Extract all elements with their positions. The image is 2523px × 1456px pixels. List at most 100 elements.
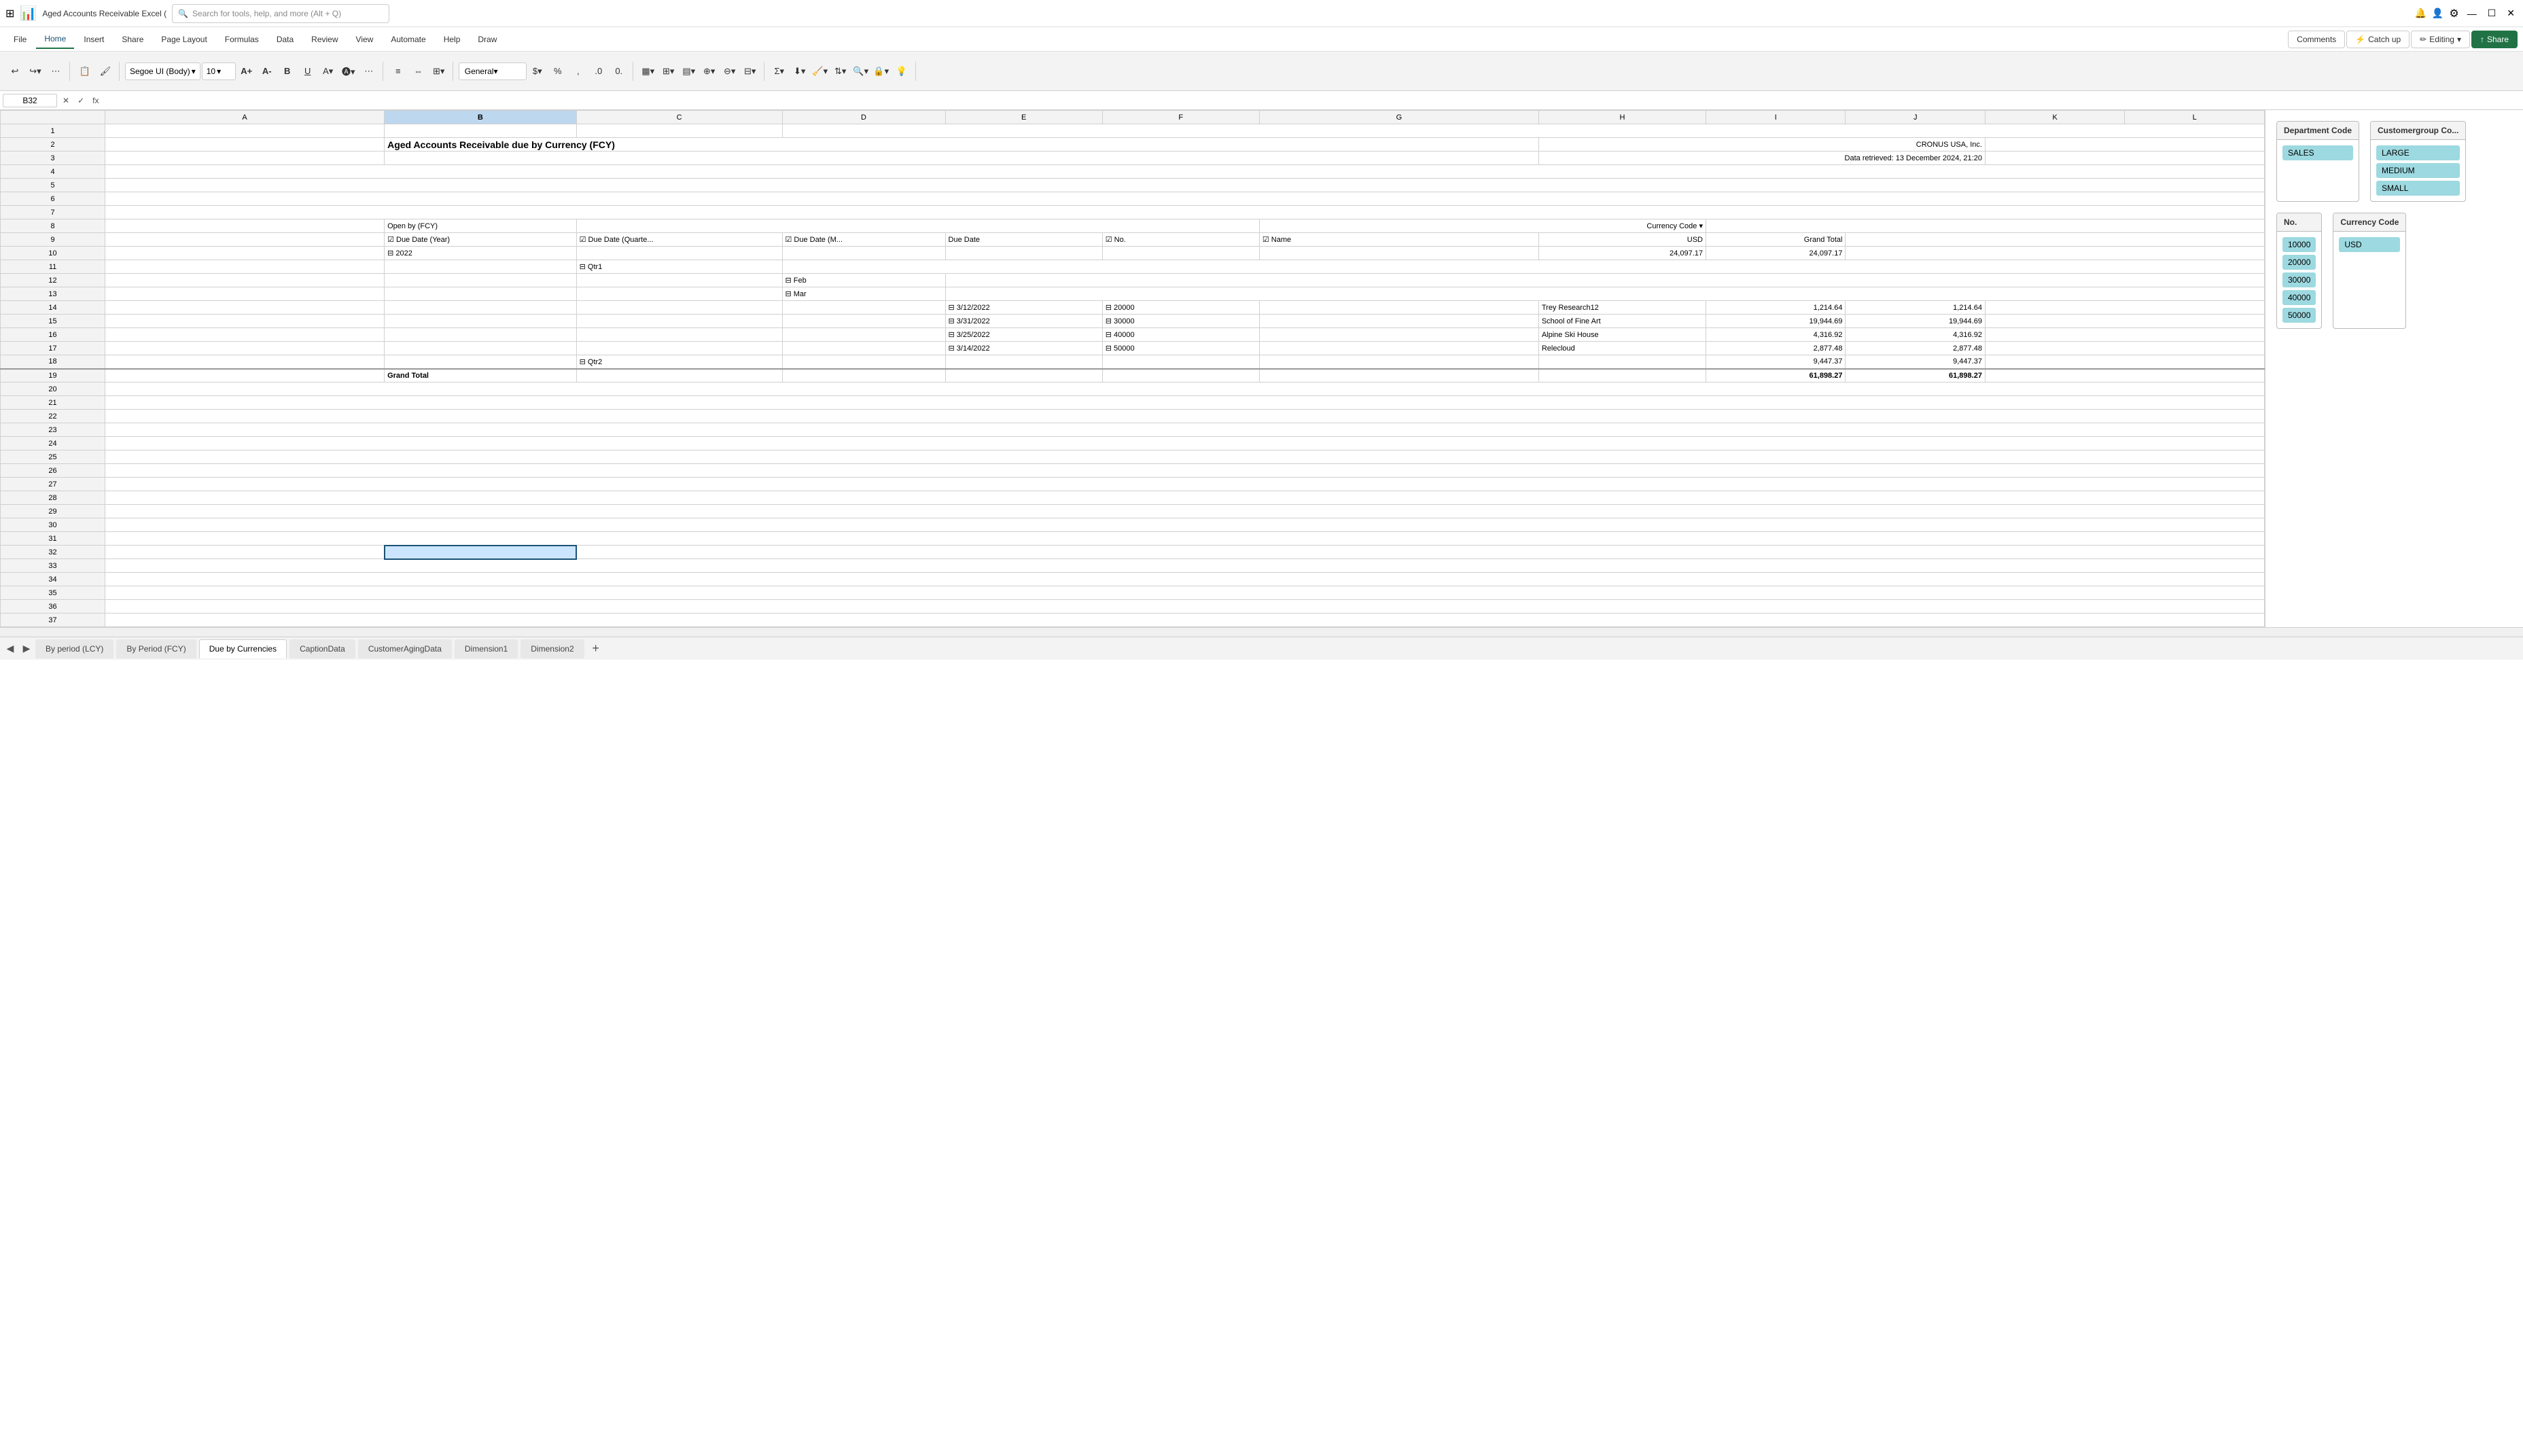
cell-name-15[interactable]: School of Fine Art (1538, 315, 1706, 328)
cell-date-14[interactable]: ⊟ 3/12/2022 (945, 301, 1102, 315)
tab-file[interactable]: File (5, 31, 35, 48)
windows-grid-icon[interactable]: ⊞ (5, 7, 14, 20)
cell-i10[interactable]: 24,097.17 (1706, 247, 1845, 260)
tab-home[interactable]: Home (36, 30, 74, 49)
conditional-format-button[interactable]: ▦▾ (639, 62, 658, 81)
cell-no-15[interactable]: ⊟ 30000 (1102, 315, 1259, 328)
cell-g10[interactable] (1259, 247, 1538, 260)
col-name[interactable]: ☑ Name (1259, 233, 1538, 247)
cell-d19[interactable] (782, 369, 945, 383)
cell-b4[interactable] (105, 165, 2265, 179)
cancel-icon[interactable]: ✕ (60, 96, 72, 105)
row-header-15[interactable]: 15 (1, 315, 105, 328)
col-header-l[interactable]: L (2125, 111, 2265, 124)
redo-button[interactable]: ↪▾ (26, 62, 45, 81)
col-header-i[interactable]: I (1706, 111, 1845, 124)
row-header-10[interactable]: 10 (1, 247, 105, 260)
tab-data[interactable]: Data (268, 31, 302, 48)
cell-c14[interactable] (576, 301, 782, 315)
col-no[interactable]: ☑ No. (1102, 233, 1259, 247)
cell-extra5[interactable] (782, 260, 2265, 274)
col-grand-total[interactable]: Grand Total (1706, 233, 1845, 247)
cell-a9[interactable] (105, 233, 385, 247)
cell-b6[interactable] (105, 192, 2265, 206)
cell-b13[interactable] (385, 287, 577, 301)
cell-gt-grand[interactable]: 61,898.27 (1846, 369, 1985, 383)
col-header-h[interactable]: H (1538, 111, 1706, 124)
cell-g18[interactable] (1259, 355, 1538, 369)
row-header-11[interactable]: 11 (1, 260, 105, 274)
table-row[interactable]: 11 ⊟ Qtr1 (1, 260, 2265, 274)
sum-button[interactable]: Σ▾ (770, 62, 789, 81)
sheet-tab-by-period-fcy[interactable]: By Period (FCY) (116, 639, 196, 658)
table-row[interactable]: 14 ⊟ 3/12/2022 ⊟ 20000 Trey Research12 1… (1, 301, 2265, 315)
cell-a11[interactable] (105, 260, 385, 274)
cell-a32[interactable] (105, 546, 385, 559)
row-header-36[interactable]: 36 (1, 600, 105, 614)
row-header-35[interactable]: 35 (1, 586, 105, 600)
cell-extra13[interactable] (1985, 369, 2264, 383)
col-header-d[interactable]: D (782, 111, 945, 124)
cell-date-15[interactable]: ⊟ 3/31/2022 (945, 315, 1102, 328)
cell-c19[interactable] (576, 369, 782, 383)
cell-b11[interactable] (385, 260, 577, 274)
grand-total-row[interactable]: 19 Grand Total 61,898.27 61,898.27 (1, 369, 2265, 383)
cell-gt-15[interactable]: 19,944.69 (1846, 315, 1985, 328)
cell-f19[interactable] (1102, 369, 1259, 383)
cell-extra11[interactable] (1985, 342, 2264, 355)
row-header-32[interactable]: 32 (1, 546, 105, 559)
cell-a13[interactable] (105, 287, 385, 301)
cell-c13[interactable] (576, 287, 782, 301)
cell-extra4[interactable] (1846, 247, 2265, 260)
row-header-23[interactable]: 23 (1, 423, 105, 437)
tab-help[interactable]: Help (436, 31, 469, 48)
undo-button[interactable]: ↩ (5, 62, 24, 81)
cell-g19[interactable] (1259, 369, 1538, 383)
sort-filter-button[interactable]: ⇅▾ (831, 62, 850, 81)
cell-b12[interactable] (385, 274, 577, 287)
increase-decimal-button[interactable]: .0 (589, 62, 608, 81)
row-header-14[interactable]: 14 (1, 301, 105, 315)
cell-h10[interactable]: 24,097.17 (1538, 247, 1706, 260)
tab-view[interactable]: View (348, 31, 382, 48)
cell-i8[interactable] (1706, 219, 2264, 233)
cell-a2[interactable] (105, 138, 385, 152)
wrap-text-button[interactable]: ⇔ (409, 62, 428, 81)
cell-gt-14[interactable]: 1,214.64 (1846, 301, 1985, 315)
insert-cells-button[interactable]: ⊕▾ (700, 62, 719, 81)
font-size-selector[interactable]: 10 ▾ (202, 63, 236, 80)
cell-b18[interactable] (385, 355, 577, 369)
row-header-7[interactable]: 7 (1, 206, 105, 219)
bold-button[interactable]: B (278, 62, 297, 81)
horizontal-scrollbar[interactable] (0, 627, 2523, 637)
cell-extra12[interactable] (1985, 355, 2264, 369)
align-left-button[interactable]: ≡ (389, 62, 408, 81)
cell-d16[interactable] (782, 328, 945, 342)
sheet-tab-dimension2[interactable]: Dimension2 (521, 639, 584, 658)
row-header-26[interactable]: 26 (1, 464, 105, 478)
col-header-k[interactable]: K (1985, 111, 2124, 124)
cell-c10[interactable] (576, 247, 782, 260)
account-icon[interactable]: 👤 (2432, 7, 2443, 19)
row-header-34[interactable]: 34 (1, 573, 105, 586)
cell-usd-14[interactable]: 1,214.64 (1706, 301, 1845, 315)
row-header-3[interactable]: 3 (1, 152, 105, 165)
row-header-9[interactable]: 9 (1, 233, 105, 247)
row-header-12[interactable]: 12 (1, 274, 105, 287)
no-10000-item[interactable]: 10000 (2282, 237, 2316, 252)
decrease-decimal-button[interactable]: 0. (610, 62, 629, 81)
cell-d15[interactable] (782, 315, 945, 328)
underline-button[interactable]: U (298, 62, 317, 81)
cell-usd-16[interactable]: 4,316.92 (1706, 328, 1845, 342)
grid-wrapper[interactable]: A B C D E F G H I J K L 1 (0, 110, 2265, 627)
row-header-29[interactable]: 29 (1, 505, 105, 518)
cell-b16[interactable] (385, 328, 577, 342)
tab-page-layout[interactable]: Page Layout (153, 31, 215, 48)
cell-gt-18[interactable]: 9,447.37 (1846, 355, 1985, 369)
cell-currency-code-header[interactable]: Currency Code ▾ (1259, 219, 1706, 233)
cell-name-16[interactable]: Alpine Ski House (1538, 328, 1706, 342)
sensitivity-button[interactable]: 🔒▾ (872, 62, 891, 81)
cell-no-14[interactable]: ⊟ 20000 (1102, 301, 1259, 315)
notification-icon[interactable]: 🔔 (2414, 7, 2426, 19)
fill-color-button[interactable]: 🅐▾ (339, 62, 358, 81)
